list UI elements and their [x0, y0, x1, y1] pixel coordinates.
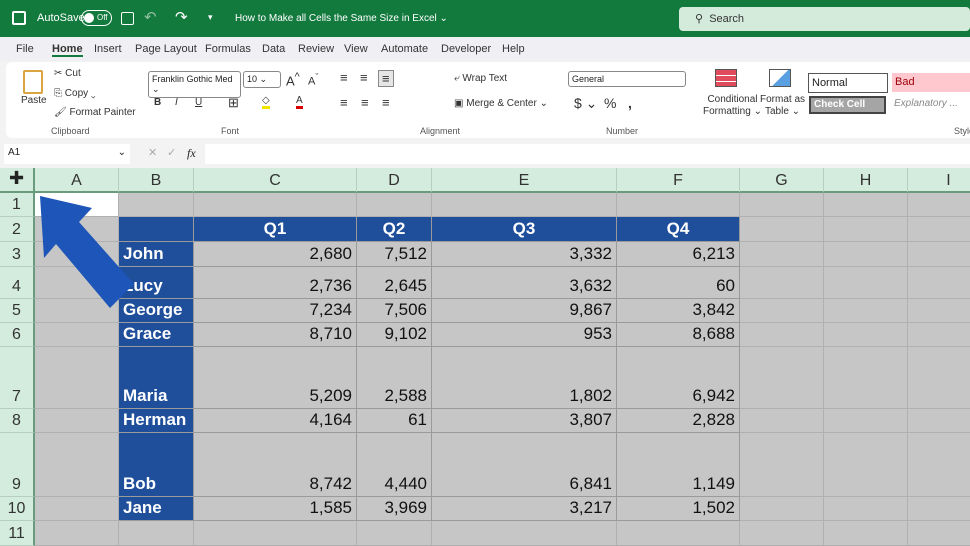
- arrow-icon: [40, 196, 134, 308]
- annotation-arrow: [40, 196, 134, 308]
